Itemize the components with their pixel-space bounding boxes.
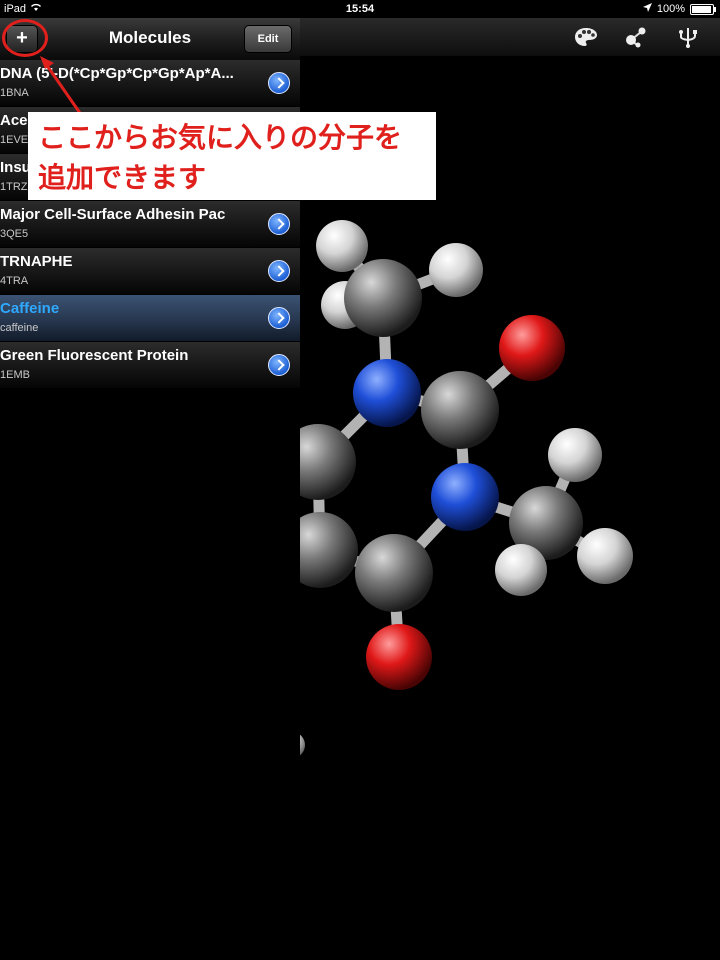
annotation-line-2: 追加できます [38, 162, 207, 193]
annotation-callout: ここからお気に入りの分子を 追加できます [28, 112, 436, 200]
annotation-line-1: ここからお気に入りの分子を [38, 122, 403, 153]
